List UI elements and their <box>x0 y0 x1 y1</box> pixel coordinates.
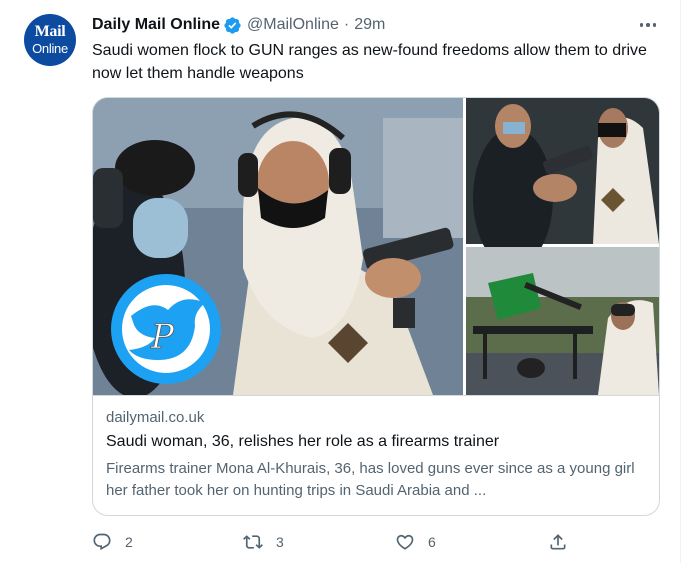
author-handle[interactable]: @MailOnline <box>247 16 339 34</box>
card-media[interactable]: P <box>93 98 659 395</box>
reply-icon <box>93 533 111 551</box>
tweet-text: Saudi women flock to GUN ranges as new-f… <box>92 42 647 82</box>
link-card[interactable]: P dailymail.co.uk Saudi woman, 36, relis… <box>92 97 660 516</box>
tweet-header: Daily Mail Online @MailOnline · 29m <box>92 14 385 36</box>
like-button[interactable]: 6 <box>395 530 436 554</box>
retweet-count: 3 <box>276 534 284 550</box>
card-info[interactable]: dailymail.co.uk Saudi woman, 36, relishe… <box>93 395 659 515</box>
reply-button[interactable]: 2 <box>92 530 133 554</box>
header-separator: · <box>343 16 350 33</box>
share-button[interactable] <box>548 530 568 554</box>
verified-badge-icon <box>224 16 241 34</box>
svg-text:P: P <box>150 317 175 357</box>
like-count: 6 <box>428 534 436 550</box>
reply-count: 2 <box>125 534 133 550</box>
avatar-text-top: Mail <box>34 23 66 40</box>
share-icon <box>550 534 566 550</box>
main-photo: P <box>93 98 463 395</box>
avatar[interactable]: Mail Online <box>24 14 76 66</box>
column-divider <box>680 0 681 563</box>
card-domain: dailymail.co.uk <box>106 409 205 426</box>
author-name[interactable]: Daily Mail Online <box>92 16 220 34</box>
avatar-text-bottom: Online <box>32 41 68 56</box>
more-options-icon[interactable] <box>636 14 660 36</box>
card-photo-collage: P <box>93 98 659 395</box>
like-icon <box>396 534 414 550</box>
tweet[interactable]: Mail Online Daily Mail Online @MailOnlin… <box>0 0 687 563</box>
card-title: Saudi woman, 36, relishes her role as a … <box>106 433 500 450</box>
top-right-photo <box>466 98 659 268</box>
retweet-icon <box>243 535 263 549</box>
retweet-button[interactable]: 3 <box>243 530 284 554</box>
timestamp[interactable]: 29m <box>354 16 385 34</box>
bottom-right-photo <box>466 247 659 395</box>
card-description: Firearms trainer Mona Al-Khurais, 36, ha… <box>106 460 635 499</box>
